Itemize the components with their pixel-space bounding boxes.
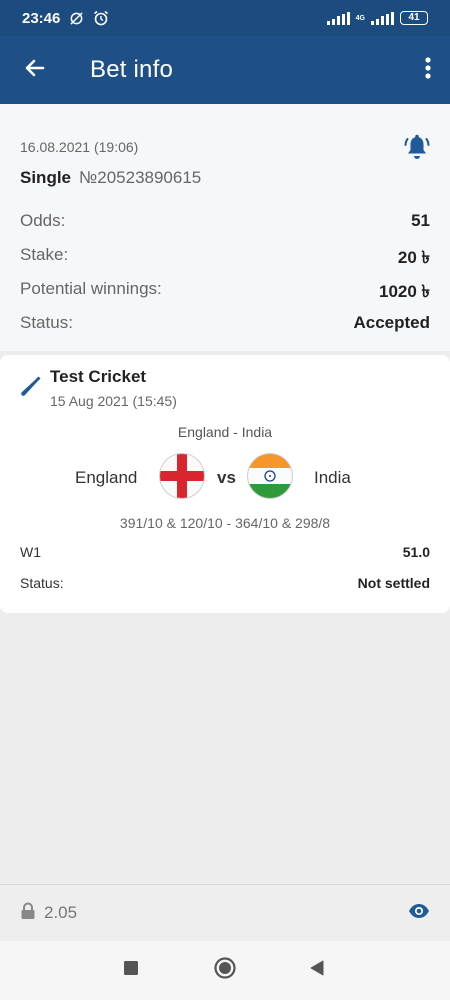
back-nav-button[interactable] — [287, 941, 347, 1000]
signal-icon — [326, 11, 350, 25]
version-number: 2.05 — [44, 903, 78, 922]
bet-type-label: Single — [20, 168, 72, 187]
lock-icon — [20, 902, 36, 925]
bell-icon — [404, 134, 430, 166]
pick-row: W1 51.0 — [20, 544, 430, 560]
sync-off-icon — [69, 11, 84, 26]
stake-row: Stake: 20 ৳ — [20, 245, 430, 273]
bet-number: №20523890615 — [79, 168, 202, 187]
signal-icon-2 — [371, 11, 394, 25]
app-bar: Bet info — [0, 36, 450, 104]
bet-summary-card: 16.08.2021 (19:06) Single №20523890615 Od… — [0, 104, 450, 351]
page-title: Bet info — [90, 56, 173, 83]
pick-odds: 51.0 — [402, 544, 430, 560]
stake-label: Stake: — [20, 245, 69, 264]
system-status-bar: 23:46 4G 41 — [0, 0, 450, 36]
battery-level: 41 — [408, 12, 420, 23]
network-type: 4G — [355, 14, 365, 22]
pick-label: W1 — [20, 544, 41, 560]
event-date: 15 Aug 2021 (15:45) — [50, 393, 177, 409]
arrow-left-icon — [23, 56, 47, 85]
potential-winnings-label: Potential winnings: — [20, 279, 162, 298]
triangle-back-icon — [310, 960, 324, 981]
bet-status-value: Accepted — [353, 313, 430, 332]
event-status-value: Not settled — [357, 575, 430, 591]
system-navigation-bar — [0, 941, 450, 1000]
india-flag-icon — [246, 452, 294, 500]
eye-icon — [408, 903, 430, 924]
event-status-label: Status: — [20, 575, 64, 591]
recents-button[interactable] — [101, 941, 161, 1000]
odds-value: 51 — [411, 211, 430, 230]
bet-status-row: Status: Accepted — [20, 313, 430, 333]
match-score: 391/10 & 120/10 - 364/10 & 298/8 — [119, 515, 331, 531]
potential-winnings-value: 1020 ৳ — [378, 282, 430, 301]
odds-row: Odds: 51 — [20, 211, 430, 231]
event-status-row: Status: Not settled — [20, 575, 430, 591]
sport-name: Test Cricket — [50, 367, 147, 386]
alarm-icon — [93, 10, 109, 26]
event-card[interactable]: Test Cricket 15 Aug 2021 (15:45) England… — [0, 355, 450, 613]
more-vertical-icon — [424, 56, 432, 85]
notification-button[interactable] — [404, 134, 430, 167]
bottom-info-bar: 2.05 — [0, 884, 450, 941]
odds-label: Odds: — [20, 211, 66, 230]
overflow-menu-button[interactable] — [406, 36, 450, 104]
home-button[interactable] — [195, 941, 255, 1000]
square-icon — [124, 961, 138, 980]
away-team-name: India — [314, 468, 351, 487]
visibility-toggle-button[interactable] — [408, 903, 430, 924]
match-title: England - India — [177, 424, 273, 440]
england-flag-icon — [158, 452, 206, 500]
stake-value: 20 ৳ — [397, 248, 430, 267]
version-info: 2.05 — [20, 902, 77, 925]
bet-date: 16.08.2021 (19:06) — [20, 139, 139, 155]
clock: 23:46 — [22, 9, 61, 27]
bet-status-label: Status: — [20, 313, 73, 332]
potential-winnings-row: Potential winnings: 1020 ৳ — [20, 279, 430, 307]
vs-label: vs — [217, 468, 236, 487]
cricket-bat-icon — [20, 375, 42, 404]
bet-type: Single №20523890615 — [20, 168, 201, 188]
battery-icon: 41 — [400, 11, 428, 25]
home-team-name: England — [75, 468, 138, 487]
circle-icon — [214, 957, 236, 984]
back-button[interactable] — [0, 36, 70, 104]
